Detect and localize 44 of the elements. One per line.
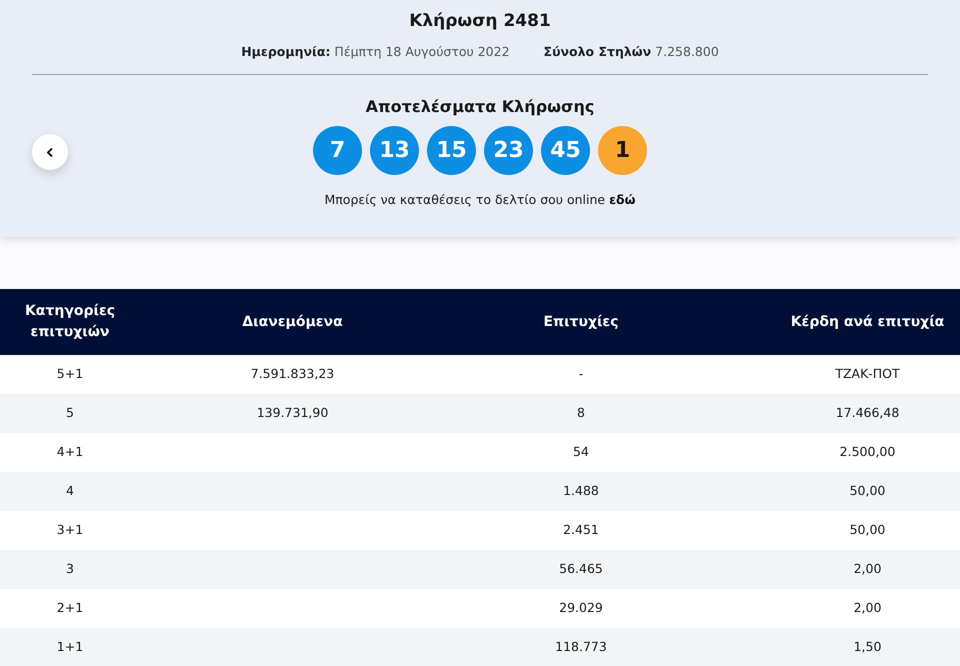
number-ball: 45	[541, 126, 590, 176]
table-cell-text: 139.731,90	[256, 404, 328, 422]
table-cell-text: 1+1	[56, 638, 84, 656]
here-link[interactable]: εδώ	[609, 192, 636, 208]
table-cell-text: 8	[577, 404, 585, 422]
table-cell-text: 4	[66, 482, 74, 500]
table-cell-text: 5+1	[56, 365, 84, 384]
table-cell-text: 3+1	[56, 521, 84, 540]
table-cell-text: 2,00	[854, 560, 882, 578]
results-title: Αποτελέσματα Κλήρωσης	[364, 96, 596, 118]
number-ball: 7	[313, 126, 362, 176]
table-cell-text: 17.466,48	[836, 404, 900, 422]
table-cell-text: 2.500,00	[840, 443, 896, 462]
table-cell-text: 5	[66, 404, 74, 422]
chevron-left-icon	[46, 146, 54, 158]
column-header: Κατηγορίες επιτυχιών	[24, 302, 116, 342]
number-ball: 15	[427, 126, 476, 176]
table-cell-text: -	[578, 365, 584, 384]
table-cell-text: 29.029	[559, 599, 603, 618]
bonus-ball: 1	[598, 126, 647, 176]
table-cell-text: 3	[66, 560, 74, 578]
table-cell-text: 50,00	[850, 482, 886, 500]
table-cell-text: 54	[573, 443, 589, 462]
column-header: Επιτυχίες	[542, 312, 620, 332]
table-cell-text: 50,00	[850, 521, 886, 540]
draw-date: Ημερομηνία: Πέμπτη 18 Αυγούστου 2022	[241, 42, 510, 61]
table-cell-text: 1,50	[854, 638, 882, 656]
table-cell-text: 1.488	[563, 482, 599, 500]
table-cell-text: 4+1	[56, 443, 84, 462]
table-cell-text: 2,00	[854, 599, 882, 618]
column-header: Διανεμόμενα	[241, 312, 344, 332]
number-ball: 23	[484, 126, 533, 176]
table-cell-text: 2.451	[563, 521, 599, 540]
table-cell-text: 2+1	[56, 599, 84, 618]
table-cell-text: 56.465	[559, 560, 603, 578]
previous-button[interactable]	[32, 134, 68, 170]
table-cell-text: 118.773	[555, 638, 607, 656]
column-header: Κέρδη ανά επιτυχία	[790, 312, 946, 332]
total-columns: Σύνολο Στηλών 7.258.800	[544, 42, 719, 62]
table-cell-text: 7.591.833,23	[250, 365, 334, 384]
online-note: Μπορείς να καταθέσεις το δελτίο σου online εδώ	[324, 192, 636, 208]
draw-title: Κλήρωση 2481	[408, 10, 552, 33]
number-ball: 13	[370, 126, 419, 176]
table-cell-text: ΤΖΑΚ-ΠΟΤ	[835, 365, 900, 384]
